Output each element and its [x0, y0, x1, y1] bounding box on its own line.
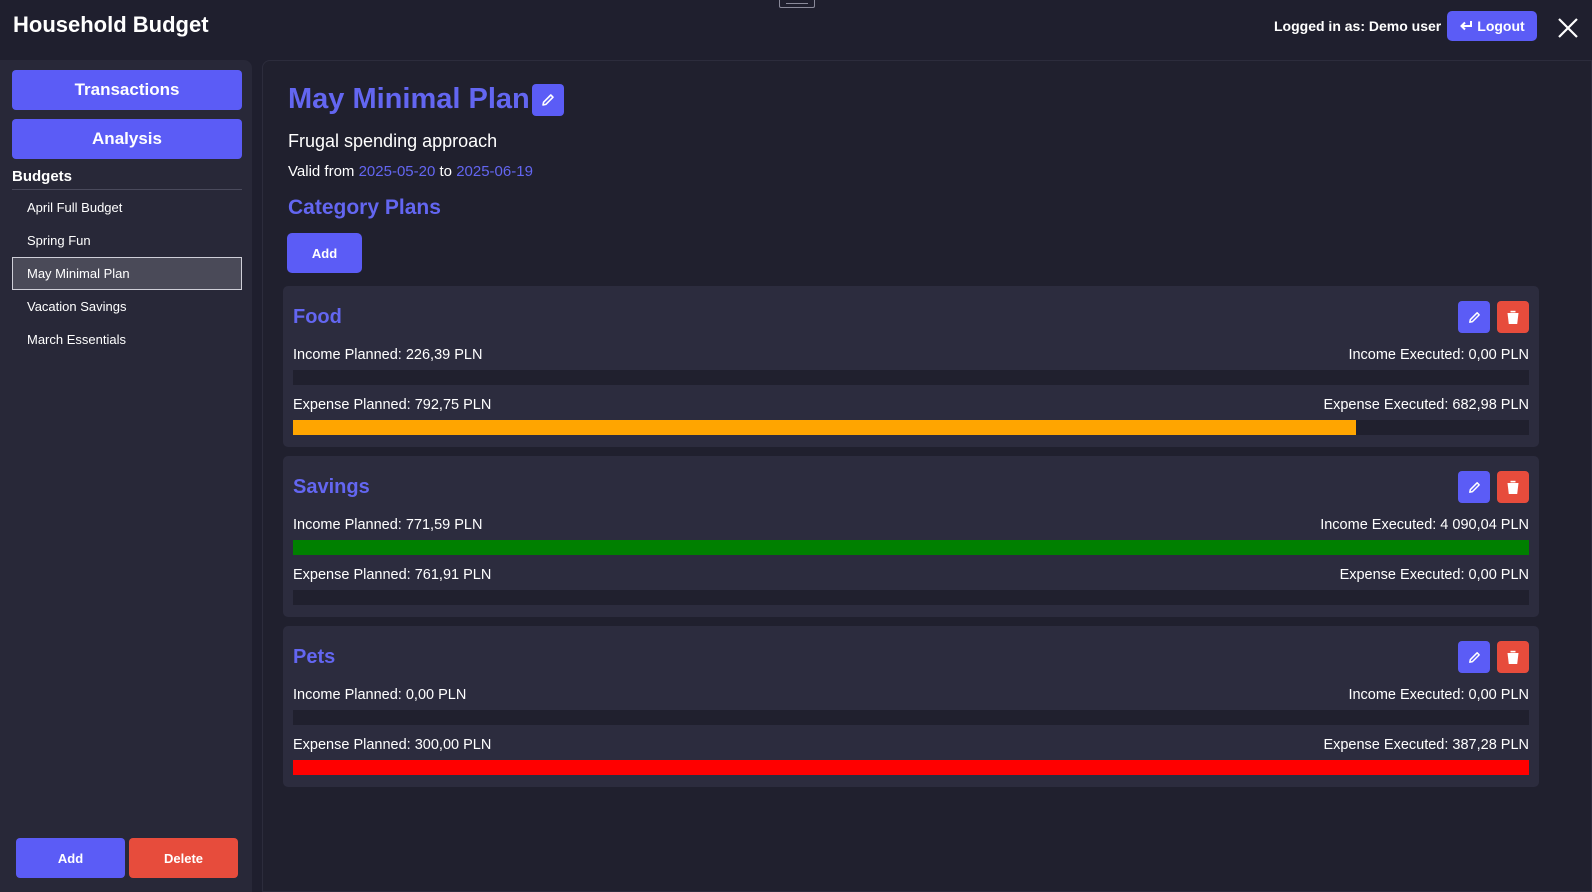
- logout-button[interactable]: Logout: [1447, 11, 1537, 41]
- budgets-heading: Budgets: [12, 168, 242, 190]
- income-planned: Income Planned: 0,00 PLN: [293, 687, 467, 703]
- category-card-food: Food Income Planned: 226,39 PLN Income E…: [283, 286, 1539, 447]
- expense-progress-bar: [293, 760, 1529, 775]
- analysis-button[interactable]: Analysis: [12, 119, 242, 159]
- valid-to-date: 2025-06-19: [456, 163, 533, 180]
- pencil-icon: [542, 94, 554, 106]
- expense-progress-fill: [293, 760, 1529, 775]
- plan-description: Frugal spending approach: [288, 131, 498, 151]
- expense-executed: Expense Executed: 387,28 PLN: [1323, 737, 1529, 753]
- add-budget-button[interactable]: Add: [16, 838, 125, 878]
- drag-handle-icon[interactable]: [779, 0, 815, 8]
- valid-to-prefix: to: [439, 163, 453, 180]
- logout-arrow-icon: [1460, 21, 1473, 31]
- expense-progress-fill: [293, 420, 1356, 435]
- edit-category-button[interactable]: [1458, 301, 1490, 333]
- income-planned: Income Planned: 771,59 PLN: [293, 517, 483, 533]
- income-planned: Income Planned: 226,39 PLN: [293, 347, 483, 363]
- delete-category-button[interactable]: [1497, 301, 1529, 333]
- income-progress-bar: [293, 540, 1529, 555]
- category-name: Food: [293, 306, 342, 328]
- budget-list: April Full Budget Spring Fun May Minimal…: [12, 191, 242, 356]
- sidebar: Transactions Analysis Budgets April Full…: [0, 60, 252, 892]
- category-name: Savings: [293, 476, 370, 498]
- logout-label: Logout: [1477, 18, 1525, 34]
- category-name: Pets: [293, 646, 336, 668]
- income-executed: Income Executed: 0,00 PLN: [1348, 687, 1529, 703]
- budget-item[interactable]: Vacation Savings: [12, 290, 242, 323]
- valid-from-prefix: Valid from: [288, 163, 355, 180]
- expense-planned: Expense Planned: 761,91 PLN: [293, 567, 492, 583]
- delete-category-button[interactable]: [1497, 641, 1529, 673]
- trash-icon: [1507, 310, 1519, 324]
- category-card-savings: Savings Income Planned: 771,59 PLN Incom…: [283, 456, 1539, 617]
- main-panel: May Minimal Plan Frugal spending approac…: [262, 60, 1592, 892]
- delete-budget-button[interactable]: Delete: [129, 838, 238, 878]
- plan-validity: Valid from 2025-05-20 to 2025-06-19: [288, 163, 533, 180]
- app-title: Household Budget: [13, 12, 209, 37]
- add-category-plan-button[interactable]: Add: [287, 233, 362, 273]
- top-bar: Household Budget Logged in as: Demo user…: [0, 0, 1592, 55]
- expense-planned: Expense Planned: 300,00 PLN: [293, 737, 492, 753]
- trash-icon: [1507, 480, 1519, 494]
- budget-item[interactable]: May Minimal Plan: [12, 257, 242, 290]
- income-executed: Income Executed: 0,00 PLN: [1348, 347, 1529, 363]
- transactions-button[interactable]: Transactions: [12, 70, 242, 110]
- delete-category-button[interactable]: [1497, 471, 1529, 503]
- edit-category-button[interactable]: [1458, 471, 1490, 503]
- edit-category-button[interactable]: [1458, 641, 1490, 673]
- pencil-icon: [1468, 311, 1480, 323]
- expense-progress-bar: [293, 420, 1529, 435]
- valid-from-date: 2025-05-20: [358, 163, 436, 180]
- pencil-icon: [1468, 481, 1480, 493]
- budget-item[interactable]: April Full Budget: [12, 191, 242, 224]
- plan-title: May Minimal Plan: [288, 83, 530, 115]
- edit-plan-button[interactable]: [532, 84, 564, 116]
- budget-item[interactable]: Spring Fun: [12, 224, 242, 257]
- pencil-icon: [1468, 651, 1480, 663]
- category-card-pets: Pets Income Planned: 0,00 PLN Income Exe…: [283, 626, 1539, 787]
- income-executed: Income Executed: 4 090,04 PLN: [1320, 517, 1529, 533]
- expense-progress-bar: [293, 590, 1529, 605]
- income-progress-bar: [293, 370, 1529, 385]
- login-status: Logged in as: Demo user: [1274, 18, 1442, 34]
- category-plans-title: Category Plans: [288, 196, 441, 219]
- expense-planned: Expense Planned: 792,75 PLN: [293, 397, 492, 413]
- expense-executed: Expense Executed: 682,98 PLN: [1323, 397, 1529, 413]
- expense-executed: Expense Executed: 0,00 PLN: [1339, 567, 1529, 583]
- budget-item[interactable]: March Essentials: [12, 323, 242, 356]
- trash-icon: [1507, 650, 1519, 664]
- close-icon[interactable]: [1556, 16, 1580, 40]
- income-progress-fill: [293, 540, 1529, 555]
- income-progress-bar: [293, 710, 1529, 725]
